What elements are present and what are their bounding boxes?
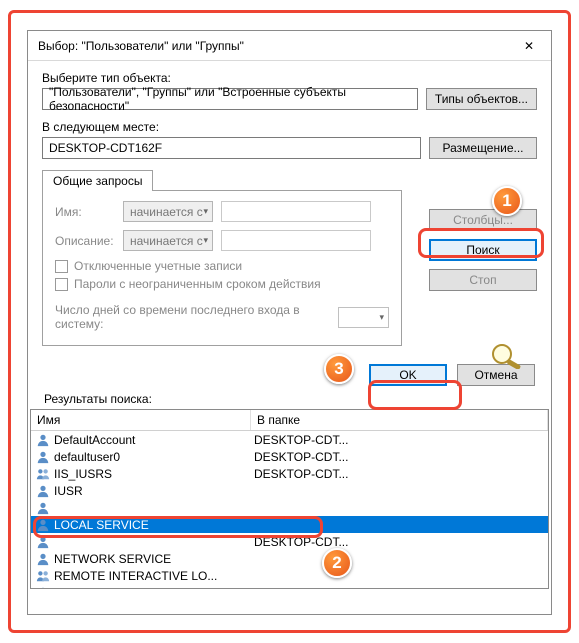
result-name: WDAGUtilityAccount bbox=[54, 586, 254, 590]
result-row[interactable]: WDAGUtilityAccountDESKTOP-CDT... bbox=[31, 584, 548, 589]
result-row[interactable]: NETWORK SERVICE bbox=[31, 550, 548, 567]
result-folder: DESKTOP-CDT... bbox=[254, 586, 348, 590]
window-title: Выбор: "Пользователи" или "Группы" bbox=[38, 39, 244, 53]
disabled-accounts-label: Отключенные учетные записи bbox=[74, 259, 242, 273]
titlebar: Выбор: "Пользователи" или "Группы" ✕ bbox=[28, 31, 551, 61]
dialog-window: Выбор: "Пользователи" или "Группы" ✕ Выб… bbox=[27, 30, 552, 615]
group-icon bbox=[35, 466, 51, 482]
chevron-down-icon: ▾ bbox=[203, 235, 208, 246]
magnifier-icon bbox=[489, 341, 529, 369]
result-name: defaultuser0 bbox=[54, 450, 254, 464]
result-name: LOCAL SERVICE bbox=[54, 518, 254, 532]
search-button[interactable]: Поиск bbox=[429, 239, 537, 261]
days-combo[interactable]: ▾ bbox=[338, 307, 389, 328]
location-label: В следующем месте: bbox=[42, 120, 537, 134]
annotation-1: 1 bbox=[492, 186, 522, 216]
name-label: Имя: bbox=[55, 205, 115, 219]
result-row[interactable]: IIS_IUSRSDESKTOP-CDT... bbox=[31, 465, 548, 482]
non-expiring-pw-checkbox[interactable] bbox=[55, 278, 68, 291]
desc-input[interactable] bbox=[221, 230, 371, 251]
user-icon bbox=[35, 551, 51, 567]
non-expiring-pw-label: Пароли с неограниченным сроком действия bbox=[74, 277, 321, 291]
result-folder: DESKTOP-CDT... bbox=[254, 467, 348, 481]
stop-button[interactable]: Стоп bbox=[429, 269, 537, 291]
desc-match-combo[interactable]: начинается с▾ bbox=[123, 230, 213, 251]
locations-button[interactable]: Размещение... bbox=[429, 137, 537, 159]
result-name: REMOTE INTERACTIVE LO... bbox=[54, 569, 254, 583]
user-icon bbox=[35, 534, 51, 550]
result-folder: DESKTOP-CDT... bbox=[254, 433, 348, 447]
name-input[interactable] bbox=[221, 201, 371, 222]
disabled-accounts-checkbox[interactable] bbox=[55, 260, 68, 273]
results-label: Результаты поиска: bbox=[44, 392, 537, 406]
queries-panel: Имя: начинается с▾ Описание: начинается … bbox=[42, 190, 402, 346]
close-button[interactable]: ✕ bbox=[507, 31, 551, 61]
object-type-field: "Пользователи", "Группы" или "Встроенные… bbox=[42, 88, 418, 110]
column-name[interactable]: Имя bbox=[31, 410, 251, 430]
chevron-down-icon: ▾ bbox=[379, 312, 384, 323]
chevron-down-icon: ▾ bbox=[203, 206, 208, 217]
annotation-2: 2 bbox=[322, 548, 352, 578]
object-types-button[interactable]: Типы объектов... bbox=[426, 88, 537, 110]
column-folder[interactable]: В папке bbox=[251, 410, 548, 430]
results-list[interactable]: Имя В папке DefaultAccountDESKTOP-CDT...… bbox=[30, 409, 549, 589]
columns-button[interactable]: Столбцы... bbox=[429, 209, 537, 231]
user-icon bbox=[35, 517, 51, 533]
user-icon bbox=[35, 449, 51, 465]
group-icon bbox=[35, 568, 51, 584]
user-icon bbox=[35, 500, 51, 516]
close-icon: ✕ bbox=[524, 39, 534, 53]
result-row[interactable]: defaultuser0DESKTOP-CDT... bbox=[31, 448, 548, 465]
days-since-logon-label: Число дней со времени последнего входа в… bbox=[55, 303, 330, 331]
user-icon bbox=[35, 585, 51, 590]
result-row[interactable] bbox=[31, 499, 548, 516]
object-type-label: Выберите тип объекта: bbox=[42, 71, 537, 85]
user-icon bbox=[35, 432, 51, 448]
user-icon bbox=[35, 483, 51, 499]
result-row[interactable]: DefaultAccountDESKTOP-CDT... bbox=[31, 431, 548, 448]
result-name: DefaultAccount bbox=[54, 433, 254, 447]
results-header: Имя В папке bbox=[31, 410, 548, 431]
result-folder: DESKTOP-CDT... bbox=[254, 450, 348, 464]
ok-button[interactable]: OK bbox=[369, 364, 447, 386]
result-name: IIS_IUSRS bbox=[54, 467, 254, 481]
annotation-3: 3 bbox=[324, 354, 354, 384]
result-folder: DESKTOP-CDT... bbox=[254, 535, 348, 549]
name-match-combo[interactable]: начинается с▾ bbox=[123, 201, 213, 222]
result-row[interactable]: LOCAL SERVICE bbox=[31, 516, 548, 533]
result-name: NETWORK SERVICE bbox=[54, 552, 254, 566]
result-row[interactable]: REMOTE INTERACTIVE LO... bbox=[31, 567, 548, 584]
result-row[interactable]: DESKTOP-CDT... bbox=[31, 533, 548, 550]
result-name: IUSR bbox=[54, 484, 254, 498]
location-field: DESKTOP-CDT162F bbox=[42, 137, 421, 159]
result-row[interactable]: IUSR bbox=[31, 482, 548, 499]
desc-label: Описание: bbox=[55, 234, 115, 248]
tab-common-queries[interactable]: Общие запросы bbox=[42, 170, 153, 191]
